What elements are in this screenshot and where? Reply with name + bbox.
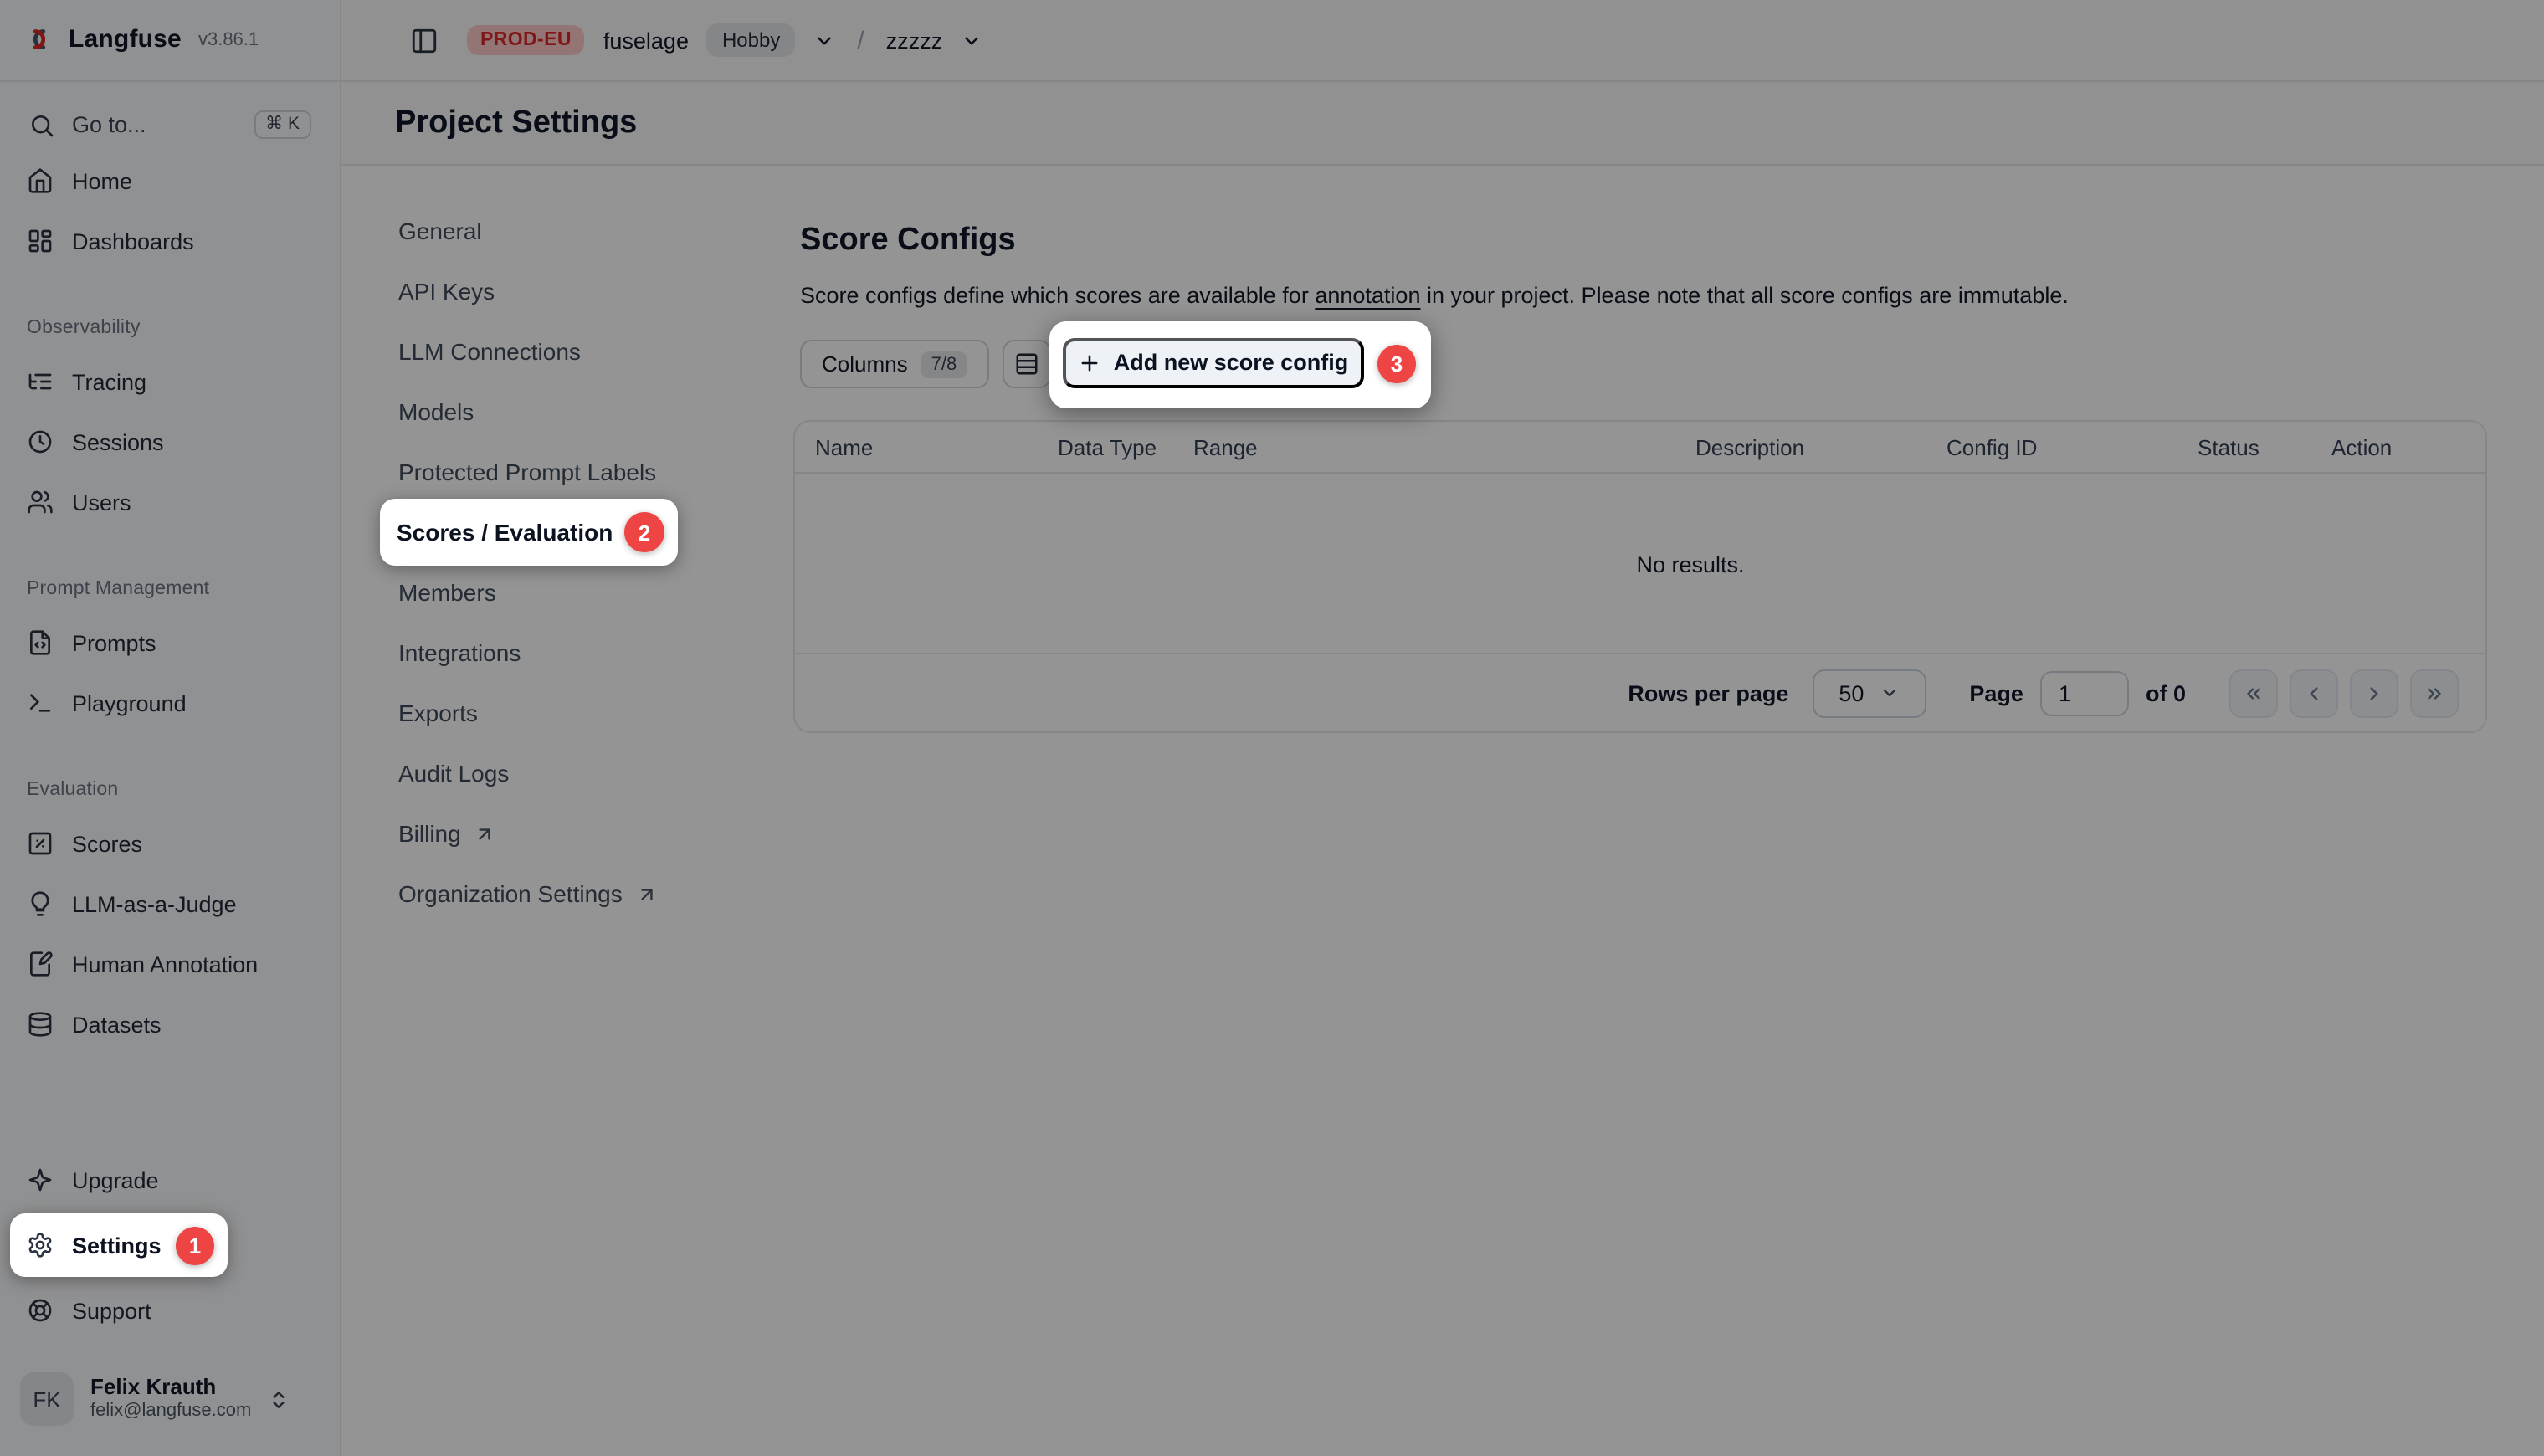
add-score-config-spotlight: Add new score config 3 bbox=[1049, 320, 1431, 408]
dim-overlay bbox=[0, 0, 2544, 1456]
step-badge-1: 1 bbox=[176, 1226, 214, 1264]
sidebar-item-settings[interactable]: Settings 1 bbox=[10, 1213, 228, 1277]
sidebar-item-label: Settings bbox=[72, 1233, 162, 1258]
step-badge-3: 3 bbox=[1377, 344, 1416, 382]
langfuse-app: Langfuse v3.86.1 Go to... ⌘ K Home Dashb… bbox=[0, 0, 2544, 1456]
settings-nav-scores-evaluation-active[interactable]: Scores / Evaluation 2 bbox=[380, 499, 678, 566]
step-badge-2: 2 bbox=[624, 512, 664, 552]
add-score-config-label: Add new score config bbox=[1114, 350, 1349, 375]
add-score-config-button[interactable]: Add new score config bbox=[1063, 337, 1364, 387]
plus-icon bbox=[1079, 351, 1102, 374]
gear-icon bbox=[27, 1232, 54, 1259]
settings-nav-label: Scores / Evaluation bbox=[397, 519, 613, 546]
